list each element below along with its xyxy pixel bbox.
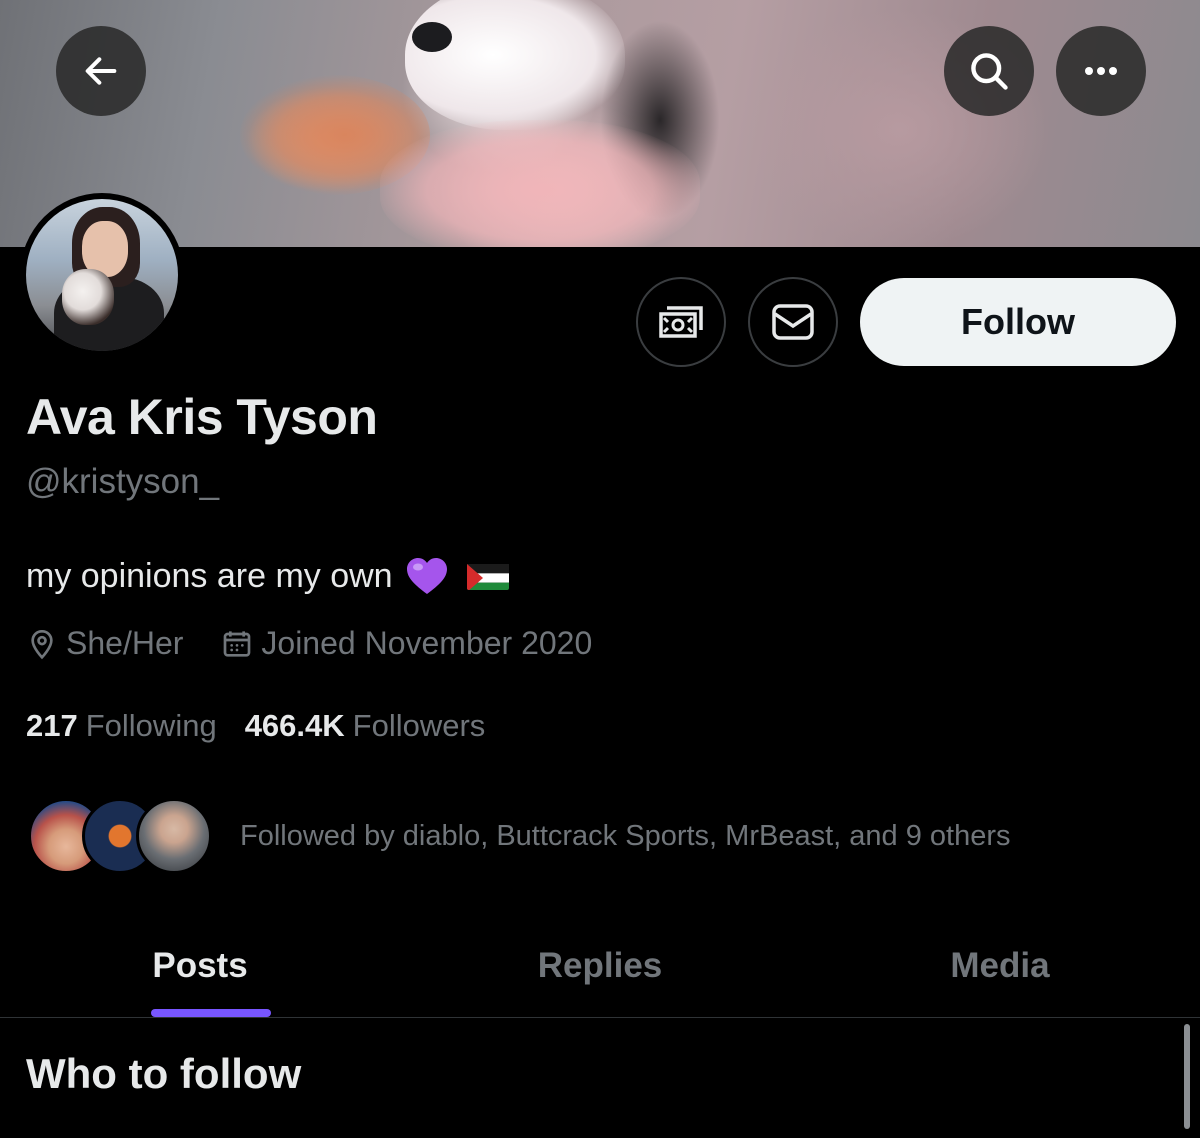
banner-puppy-nose [412, 22, 452, 52]
joined-text: Joined November 2020 [261, 625, 593, 661]
following-count: 217 [26, 708, 78, 743]
followers-link[interactable]: 466.4K Followers [245, 708, 486, 744]
banner-puppy-head [405, 0, 625, 130]
profile-display-name: Ava Kris Tyson [26, 389, 378, 445]
back-button[interactable] [56, 26, 146, 116]
tab-posts[interactable]: Posts [0, 915, 400, 1017]
profile-meta: She/Her Joined November 2020 [26, 625, 592, 662]
message-button[interactable] [748, 277, 838, 367]
profile-tabs: Posts Replies Media [0, 915, 1200, 1018]
followers-label: Followers [352, 708, 486, 743]
calendar-icon [224, 630, 251, 657]
more-horizontal-icon [1085, 67, 1117, 75]
more-button[interactable] [1056, 26, 1146, 116]
followed-by-row[interactable]: Followed by diablo, Buttcrack Sports, Mr… [28, 797, 1010, 875]
follow-button[interactable]: Follow [860, 278, 1176, 366]
location-pin-icon [31, 629, 53, 659]
following-label: Following [85, 708, 217, 743]
tab-label: Media [950, 946, 1050, 985]
search-button[interactable] [944, 26, 1034, 116]
banner-hand [380, 120, 700, 247]
arrow-left-icon [85, 57, 117, 85]
tab-label: Replies [537, 946, 663, 985]
pronouns-item: She/Her [26, 625, 183, 662]
profile-avatar[interactable] [20, 193, 184, 357]
profile-stats: 217 Following 466.4K Followers [26, 708, 485, 744]
avatar-photo [26, 199, 178, 351]
pronouns-text: She/Her [66, 625, 184, 661]
scrollbar[interactable] [1184, 1024, 1190, 1129]
money-icon [659, 306, 703, 338]
envelope-icon [772, 304, 814, 340]
profile-bio: my opinions are my own [26, 556, 509, 596]
joined-item: Joined November 2020 [221, 625, 592, 662]
followers-count: 466.4K [244, 708, 345, 743]
follower-avatar [136, 798, 212, 874]
search-icon [971, 53, 1008, 90]
followed-by-text: Followed by diablo, Buttcrack Sports, Mr… [240, 819, 1011, 852]
tab-label: Posts [152, 946, 248, 985]
bio-text: my opinions are my own [26, 556, 393, 595]
who-to-follow-heading: Who to follow [26, 1050, 302, 1097]
tip-button[interactable] [636, 277, 726, 367]
purple-heart-icon [406, 558, 447, 594]
profile-handle: @kristyson_ [26, 462, 220, 501]
tab-media[interactable]: Media [800, 915, 1200, 1017]
active-tab-indicator [151, 1009, 271, 1017]
tab-replies[interactable]: Replies [400, 915, 800, 1017]
palestine-flag-icon [466, 562, 509, 590]
profile-banner[interactable] [0, 0, 1200, 247]
following-link[interactable]: 217 Following [26, 708, 217, 744]
